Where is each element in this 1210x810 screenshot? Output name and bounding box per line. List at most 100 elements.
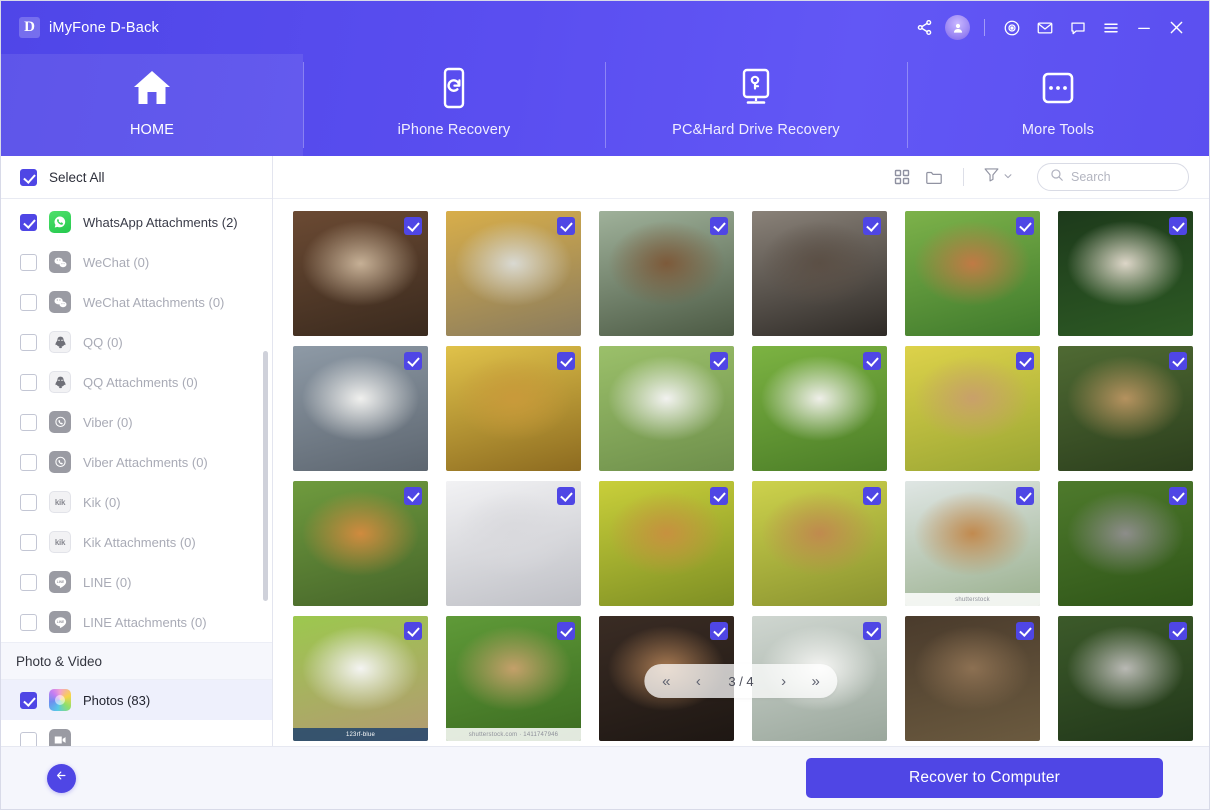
photo-checkbox[interactable]: [404, 352, 422, 370]
account-avatar-icon[interactable]: [941, 11, 974, 44]
sidebar-item[interactable]: [1, 720, 272, 746]
photo-checkbox[interactable]: [1016, 217, 1034, 235]
sidebar-item-checkbox[interactable]: [20, 614, 37, 631]
sidebar-item-checkbox[interactable]: [20, 254, 37, 271]
sidebar-item[interactable]: WeChat Attachments (0): [1, 282, 272, 322]
photo-checkbox[interactable]: [710, 352, 728, 370]
back-button[interactable]: [47, 764, 76, 793]
photo-checkbox[interactable]: [557, 487, 575, 505]
photo-thumbnail[interactable]: [905, 616, 1040, 741]
photo-thumbnail[interactable]: [1058, 616, 1193, 741]
select-all-checkbox[interactable]: [20, 169, 37, 186]
photo-thumbnail[interactable]: [599, 346, 734, 471]
photo-checkbox[interactable]: [557, 217, 575, 235]
sidebar-item-checkbox[interactable]: [20, 374, 37, 391]
sidebar-item-checkbox[interactable]: [20, 534, 37, 551]
sidebar-item-checkbox[interactable]: [20, 494, 37, 511]
photo-checkbox[interactable]: [863, 352, 881, 370]
search-input[interactable]: [1071, 170, 1176, 184]
sidebar-scroll-area[interactable]: WhatsApp Attachments (2)WeChat (0)WeChat…: [1, 199, 272, 746]
tab-pc-hard-drive-recovery[interactable]: PC&Hard Drive Recovery: [605, 54, 907, 156]
select-all-row[interactable]: Select All: [1, 156, 272, 199]
photo-thumbnail[interactable]: [752, 346, 887, 471]
photo-thumbnail[interactable]: [446, 346, 581, 471]
menu-icon[interactable]: [1094, 11, 1127, 44]
photo-thumbnail[interactable]: [446, 211, 581, 336]
photo-checkbox[interactable]: [1169, 487, 1187, 505]
photo-thumbnail[interactable]: [599, 211, 734, 336]
photo-checkbox[interactable]: [404, 622, 422, 640]
chat-icon[interactable]: [1061, 11, 1094, 44]
photo-thumbnail[interactable]: [1058, 481, 1193, 606]
photo-checkbox[interactable]: [404, 487, 422, 505]
photo-thumbnail[interactable]: [599, 481, 734, 606]
sidebar-item-checkbox[interactable]: [20, 294, 37, 311]
photo-thumbnail[interactable]: [1058, 211, 1193, 336]
photo-checkbox[interactable]: [1169, 217, 1187, 235]
photo-thumbnail[interactable]: shutterstock.com · 1411747946: [446, 616, 581, 741]
recover-to-computer-button[interactable]: Recover to Computer: [806, 758, 1163, 798]
sidebar-item-checkbox[interactable]: [20, 574, 37, 591]
share-icon[interactable]: [908, 11, 941, 44]
sidebar-item[interactable]: Viber (0): [1, 402, 272, 442]
sidebar-item[interactable]: WhatsApp Attachments (2): [1, 202, 272, 242]
sidebar-item-checkbox[interactable]: [20, 334, 37, 351]
filter-button[interactable]: [977, 163, 1019, 191]
pagination-last-button[interactable]: »: [800, 666, 832, 696]
sidebar-item[interactable]: QQ Attachments (0): [1, 362, 272, 402]
sidebar-item[interactable]: Viber Attachments (0): [1, 442, 272, 482]
photo-checkbox[interactable]: [557, 352, 575, 370]
record-icon[interactable]: [995, 11, 1028, 44]
sidebar-item[interactable]: LINELINE Attachments (0): [1, 602, 272, 642]
photo-checkbox[interactable]: [1016, 352, 1034, 370]
sidebar-item-checkbox[interactable]: [20, 214, 37, 231]
photo-checkbox[interactable]: [1169, 622, 1187, 640]
tab-home[interactable]: HOME: [1, 54, 303, 156]
sidebar-item-checkbox[interactable]: [20, 454, 37, 471]
photo-checkbox[interactable]: [1016, 622, 1034, 640]
minimize-icon[interactable]: [1127, 11, 1160, 44]
photo-checkbox[interactable]: [710, 622, 728, 640]
photo-checkbox[interactable]: [557, 622, 575, 640]
sidebar-item[interactable]: kikKik (0): [1, 482, 272, 522]
search-box[interactable]: [1037, 163, 1189, 191]
sidebar-item[interactable]: QQ (0): [1, 322, 272, 362]
tab-more-tools[interactable]: More Tools: [907, 54, 1209, 156]
sidebar-item[interactable]: WeChat (0): [1, 242, 272, 282]
sidebar-item[interactable]: Photos (83): [1, 680, 272, 720]
pagination-prev-button[interactable]: ‹: [682, 666, 714, 696]
sidebar-item[interactable]: LINELINE (0): [1, 562, 272, 602]
photo-thumbnail[interactable]: [293, 211, 428, 336]
sidebar-item-checkbox[interactable]: [20, 414, 37, 431]
photo-thumbnail[interactable]: shutterstock: [905, 481, 1040, 606]
photo-thumbnail[interactable]: [293, 346, 428, 471]
photo-thumbnail[interactable]: [905, 346, 1040, 471]
photo-thumbnail[interactable]: [752, 481, 887, 606]
pagination-first-button[interactable]: «: [650, 666, 682, 696]
photo-thumbnail[interactable]: 123rf-blue: [293, 616, 428, 741]
photo-checkbox[interactable]: [710, 217, 728, 235]
photo-thumbnail[interactable]: [1058, 346, 1193, 471]
sidebar-item[interactable]: kikKik Attachments (0): [1, 522, 272, 562]
mail-icon[interactable]: [1028, 11, 1061, 44]
photo-checkbox[interactable]: [863, 487, 881, 505]
photo-checkbox[interactable]: [710, 487, 728, 505]
photo-checkbox[interactable]: [863, 217, 881, 235]
photo-thumbnail[interactable]: [905, 211, 1040, 336]
close-icon[interactable]: [1160, 11, 1193, 44]
sidebar-item-checkbox[interactable]: [20, 732, 37, 747]
photo-thumbnail[interactable]: [293, 481, 428, 606]
photo-thumbnail[interactable]: [446, 481, 581, 606]
photo-checkbox[interactable]: [1016, 487, 1034, 505]
sidebar: Select All WhatsApp Attachments (2)WeCha…: [1, 156, 273, 746]
photo-thumbnail[interactable]: [752, 211, 887, 336]
pagination-next-button[interactable]: ›: [768, 666, 800, 696]
tab-iphone-recovery[interactable]: iPhone Recovery: [303, 54, 605, 156]
photo-checkbox[interactable]: [404, 217, 422, 235]
folder-view-icon[interactable]: [918, 163, 950, 191]
grid-view-icon[interactable]: [886, 163, 918, 191]
sidebar-scrollbar-thumb[interactable]: [263, 351, 268, 601]
photo-checkbox[interactable]: [863, 622, 881, 640]
sidebar-item-checkbox[interactable]: [20, 692, 37, 709]
photo-checkbox[interactable]: [1169, 352, 1187, 370]
